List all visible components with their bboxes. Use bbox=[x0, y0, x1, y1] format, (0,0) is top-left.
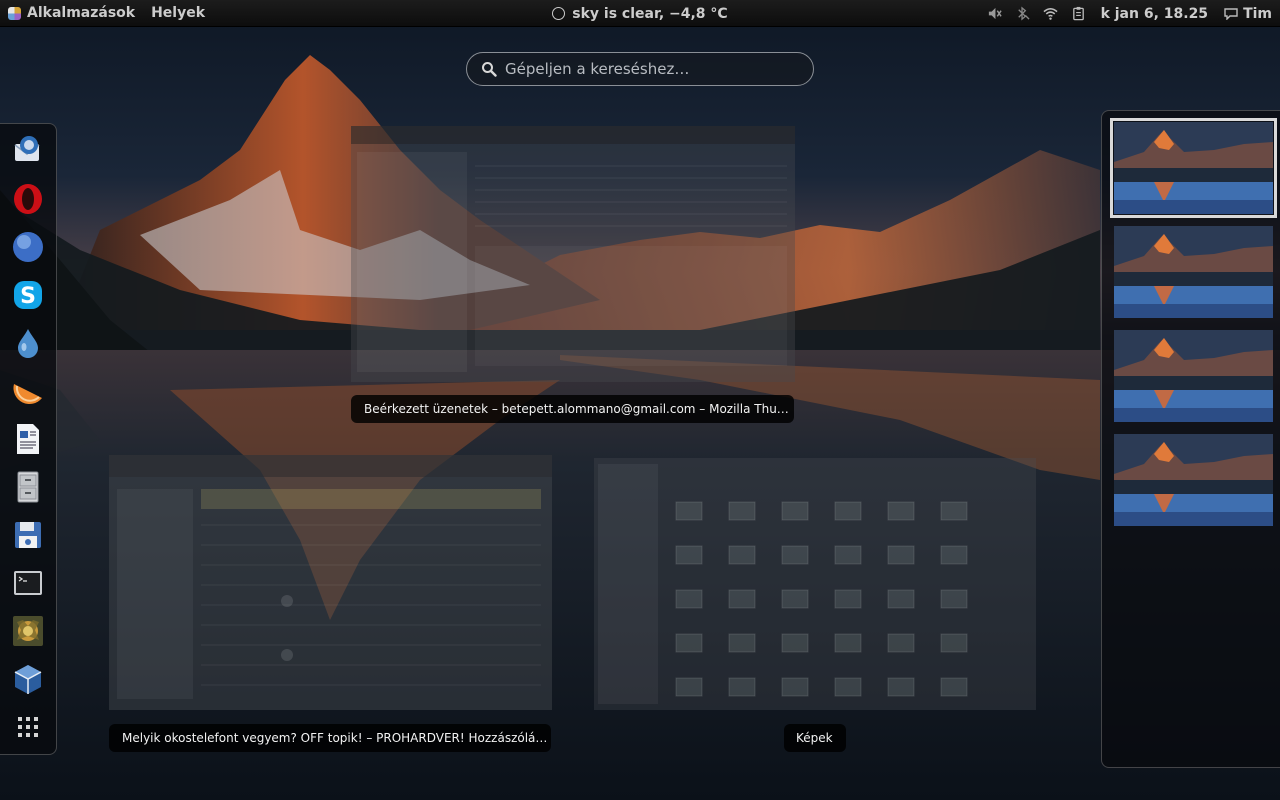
places-label: Helyek bbox=[151, 5, 206, 21]
window-caption-thunderbird[interactable]: Beérkezett üzenetek – betepett.alommano@… bbox=[351, 395, 794, 423]
game-icon bbox=[13, 616, 43, 646]
window-preview-thunderbird[interactable] bbox=[351, 126, 795, 382]
drop-icon bbox=[18, 329, 38, 358]
search-icon bbox=[482, 62, 497, 77]
dash-item-drop[interactable] bbox=[9, 324, 47, 362]
dash-item-virtualbox[interactable] bbox=[9, 660, 47, 698]
cube-icon bbox=[14, 665, 42, 694]
window-caption-file-manager[interactable]: Képek bbox=[784, 724, 846, 752]
workspace-thumbnail[interactable] bbox=[1110, 118, 1277, 218]
search-input[interactable] bbox=[505, 60, 795, 78]
dash-item-terminal[interactable] bbox=[9, 564, 47, 602]
workspace-thumbnail[interactable] bbox=[1114, 330, 1273, 422]
document-icon bbox=[17, 424, 39, 454]
globe-icon bbox=[13, 232, 43, 262]
file-manager-window-content bbox=[598, 464, 968, 704]
thunderbird-icon bbox=[14, 136, 40, 161]
weather-indicator[interactable]: sky is clear, −4,8 °C bbox=[552, 5, 728, 22]
floppy-icon bbox=[15, 522, 41, 548]
window-preview-file-manager[interactable] bbox=[594, 458, 1036, 710]
dash-item-opera[interactable] bbox=[9, 180, 47, 218]
bluetooth-off-icon[interactable] bbox=[1009, 0, 1037, 27]
dash-item-text-editor[interactable] bbox=[9, 420, 47, 458]
user-name: Tim bbox=[1243, 5, 1272, 22]
user-menu[interactable]: Tim bbox=[1220, 6, 1280, 22]
dash-item-backup[interactable] bbox=[9, 516, 47, 554]
clock[interactable]: k jan 6, 18.25 bbox=[1093, 6, 1221, 22]
window-caption-browser[interactable]: Melyik okostelefont vegyem? OFF topik! –… bbox=[109, 724, 551, 752]
applications-label: Alkalmazások bbox=[27, 5, 136, 21]
workspace-thumbnail[interactable] bbox=[1114, 226, 1273, 318]
orange-slice-icon bbox=[13, 384, 42, 405]
workspace-thumbnail[interactable] bbox=[1114, 434, 1273, 526]
file-cabinet-icon bbox=[17, 471, 39, 503]
thunderbird-window-content bbox=[351, 126, 795, 372]
dash-item-thunderbird[interactable] bbox=[9, 132, 47, 170]
grid-icon bbox=[18, 717, 38, 737]
show-applications-button[interactable] bbox=[9, 708, 47, 746]
dash-item-game[interactable] bbox=[9, 612, 47, 650]
places-menu[interactable]: Helyek bbox=[143, 0, 213, 26]
clear-sky-icon bbox=[552, 7, 566, 20]
clipboard-icon[interactable] bbox=[1065, 0, 1093, 27]
dash-item-fruit[interactable] bbox=[9, 372, 47, 410]
workspace-switcher bbox=[1101, 110, 1280, 768]
skype-icon: S bbox=[14, 281, 42, 309]
dash-item-browser[interactable] bbox=[9, 228, 47, 266]
terminal-icon bbox=[14, 571, 42, 595]
volume-muted-icon[interactable] bbox=[981, 0, 1009, 27]
chat-bubble-icon bbox=[1224, 7, 1238, 20]
opera-icon bbox=[14, 184, 42, 214]
dash-item-skype[interactable]: S bbox=[9, 276, 47, 314]
applications-logo-icon bbox=[8, 6, 21, 20]
weather-label: sky is clear, −4,8 °C bbox=[572, 5, 728, 22]
window-preview-browser[interactable] bbox=[109, 455, 552, 710]
browser-window-content bbox=[109, 455, 552, 699]
wifi-icon[interactable] bbox=[1037, 0, 1065, 27]
applications-menu[interactable]: Alkalmazások bbox=[0, 0, 143, 26]
top-panel: Alkalmazások Helyek sky is clear, −4,8 °… bbox=[0, 0, 1280, 27]
dash-item-file-manager[interactable] bbox=[9, 468, 47, 506]
search-box[interactable] bbox=[466, 52, 814, 86]
svg-text:S: S bbox=[20, 284, 36, 309]
dash: S bbox=[0, 123, 57, 755]
